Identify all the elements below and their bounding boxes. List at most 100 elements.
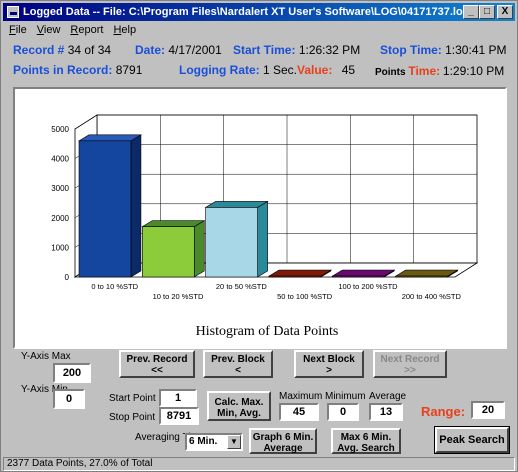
category-label: 10 to 20 %STD: [153, 292, 204, 301]
date-info: Date: 4/17/2001: [135, 43, 222, 57]
graph-average-button[interactable]: Graph 6 Min. Average: [249, 428, 317, 454]
prev-block-arrow: <: [235, 365, 241, 376]
maximum-label: Maximum: [279, 391, 323, 402]
y-tick-label: 5000: [51, 125, 69, 134]
category-label: 100 to 200 %STD: [338, 282, 398, 291]
prev-block-button[interactable]: Prev. Block <: [203, 350, 273, 378]
stop-point-field[interactable]: 8791: [159, 407, 199, 425]
value-label: Value:: [297, 63, 333, 77]
chart-title: Histogram of Data Points: [196, 324, 339, 339]
category-label: 200 to 400 %STD: [402, 292, 462, 301]
time-label: Time:: [408, 64, 441, 78]
averaging-time-value: 6 Min.: [189, 436, 218, 447]
range-field[interactable]: 20: [471, 401, 505, 419]
prev-block-label: Prev. Block: [211, 354, 265, 365]
averaging-time-select[interactable]: 6 Min. ▼: [185, 433, 243, 451]
stop-time-value: 1:30:41 PM: [445, 43, 507, 57]
title-bar[interactable]: Logged Data -- File: C:\Program Files\Na…: [3, 3, 515, 21]
record-value: 34 of 34: [67, 43, 112, 57]
date-value: 4/17/2001: [168, 43, 222, 57]
rate-info: Logging Rate: 1 Sec.: [179, 63, 297, 77]
y-min-field[interactable]: 0: [53, 389, 85, 409]
category-label: 0 to 10 %STD: [91, 282, 138, 291]
start-time-value: 1:26:32 PM: [298, 43, 361, 57]
bar-side: [130, 134, 142, 278]
histogram-svg: 0 1000 2000 3000 4000 5000 0 to 10 %STD 10 to 2…: [51, 114, 479, 339]
record-label: Record #: [13, 43, 65, 57]
prev-record-button[interactable]: Prev. Record <<: [119, 350, 195, 378]
minimize-button[interactable]: _: [463, 5, 479, 19]
bar: [205, 207, 258, 278]
next-record-label: Next Record: [380, 354, 440, 365]
calc-max-min-avg-button[interactable]: Calc. Max. Min, Avg.: [207, 391, 271, 421]
range-label: Range:: [421, 404, 466, 419]
bar-top: [204, 201, 269, 208]
bar: [395, 275, 448, 278]
menu-file[interactable]: File: [9, 22, 27, 38]
peak-search-button[interactable]: Peak Search: [434, 426, 510, 454]
window-title: Logged Data -- File: C:\Program Files\Na…: [23, 6, 470, 18]
max-avg-search-button[interactable]: Max 6 Min. Avg. Search: [331, 428, 401, 454]
bar-top: [394, 269, 459, 277]
averaging-time-label: Averaging Time: [135, 432, 205, 443]
menu-help[interactable]: Help: [113, 22, 136, 38]
stop-point-label: Stop Point: [109, 412, 156, 423]
next-record-arrows: >>: [404, 365, 416, 376]
close-button[interactable]: X: [497, 5, 513, 19]
bar-top: [77, 134, 143, 142]
bar: [332, 275, 385, 278]
next-block-arrow: >: [326, 365, 332, 376]
category-label: 20 to 50 %STD: [216, 282, 267, 291]
bar-top: [267, 269, 333, 277]
bar-top: [141, 220, 206, 227]
maximize-button[interactable]: □: [479, 5, 495, 19]
prev-record-arrows: <<: [151, 365, 163, 376]
y-max-field[interactable]: 200: [53, 363, 91, 383]
y-tick-label: 1000: [51, 243, 69, 252]
y-tick-label: 0: [65, 273, 70, 282]
next-record-button[interactable]: Next Record >>: [373, 350, 447, 378]
menu-view[interactable]: View: [37, 22, 61, 38]
rate-value: 1 Sec.: [263, 63, 298, 77]
histogram-chart: 0 1000 2000 3000 4000 5000 0 to 10 %STD 10 to 2…: [13, 87, 507, 349]
y-tick-label: 4000: [51, 155, 69, 164]
bar-top: [331, 269, 396, 277]
start-point-field[interactable]: 1: [159, 389, 197, 407]
category-label: 50 to 100 %STD: [277, 292, 333, 301]
next-block-label: Next Block: [303, 354, 355, 365]
stop-time-label: Stop Time:: [380, 43, 442, 57]
start-time-label: Start Time:: [233, 43, 296, 57]
record-info: Record # 34 of 34: [13, 43, 111, 57]
start-time-info: Start Time: 1:26:32 PM: [233, 43, 360, 57]
start-point-label: Start Point: [109, 393, 156, 404]
maximum-field: 45: [279, 403, 319, 421]
bar-side: [257, 200, 268, 278]
rate-label: Logging Rate:: [179, 63, 260, 77]
y-min-label: Y-Axis Min: [21, 384, 68, 395]
menu-bar: File View Report Help: [3, 22, 515, 38]
time-value: 1:29:10 PM: [442, 64, 505, 78]
prev-record-label: Prev. Record: [126, 354, 188, 365]
points-time-info: Points Time: 1:29:10 PM: [375, 64, 504, 78]
bar: [142, 226, 195, 278]
average-field: 13: [369, 403, 403, 421]
date-label: Date:: [135, 43, 166, 57]
bar: [78, 140, 132, 278]
minimum-label: Minimum: [325, 391, 366, 402]
y-max-label: Y-Axis Max: [21, 351, 71, 362]
stop-time-info: Stop Time: 1:30:41 PM: [380, 43, 507, 57]
app-icon[interactable]: [7, 6, 19, 18]
average-label: Average: [369, 391, 407, 402]
logged-data-window: Logged Data -- File: C:\Program Files\Na…: [0, 0, 518, 472]
points-small-label: Points: [375, 67, 406, 78]
menu-report[interactable]: Report: [70, 22, 103, 38]
bar-side: [193, 220, 205, 278]
next-block-button[interactable]: Next Block >: [294, 350, 364, 378]
value-info: Value: 45: [297, 63, 355, 77]
bar: [268, 275, 322, 278]
window-controls: _ □ X: [463, 5, 515, 19]
value-value: 45: [341, 63, 356, 77]
chevron-down-icon[interactable]: ▼: [227, 435, 241, 449]
minimum-field: 0: [327, 403, 359, 421]
points-info: Points in Record: 8791: [13, 63, 142, 77]
